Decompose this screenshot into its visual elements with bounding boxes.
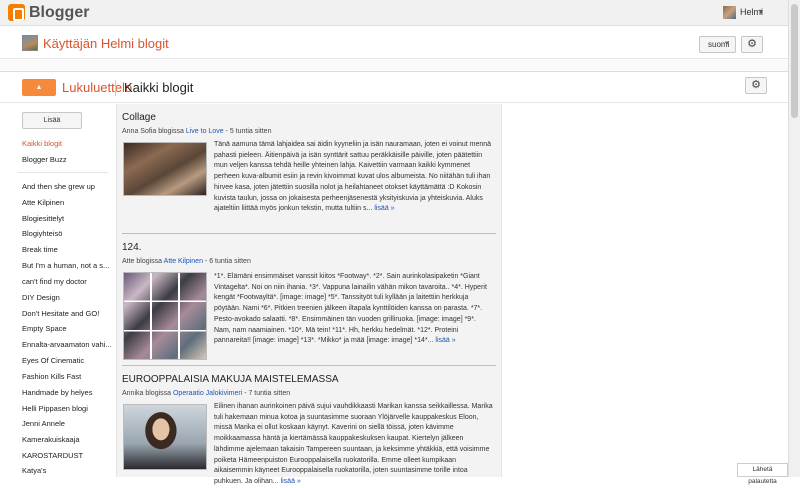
post-meta: Atte blogissa Atte Kilpinen - 6 tuntia s… [122,258,496,265]
sidebar-item[interactable]: Fashion Kills Fast [22,372,81,381]
sidebar-item[interactable]: Kamerakuiskaaja [22,435,80,444]
reading-list-title[interactable]: Lukuluettelo [62,80,132,95]
chevron-down-icon: ▼ [724,41,730,47]
post-author: Annika blogissa [122,390,172,397]
sidebar-item[interactable]: Empty Space [22,324,67,333]
brand-name[interactable]: Blogger [29,4,89,22]
divider [122,233,496,234]
post-time: - 7 tuntia sitten [244,390,291,397]
scrollbar-thumb[interactable] [791,4,798,118]
post-collage: Collage Anna Sofia blogissa Live to Love… [122,112,496,135]
sidebar-item[interactable]: Ennalta-arvaamaton vahi... [22,340,112,349]
gear-icon: ⚙ [747,38,757,50]
reading-list-header: ▲ Lukuluettelo Kaikki blogit ⚙ [0,73,788,103]
post-excerpt: Tänä aamuna tämä lahjaidea sai äidin kyy… [214,140,494,215]
sidebar-item[interactable]: Katya's [22,466,46,475]
post-thumbnail[interactable] [123,142,207,196]
divider [18,172,108,173]
post-title[interactable]: EUROOPPALAISIA MAKUJA MAISTELEMASSA [122,374,496,385]
sidebar-item-blogger-buzz[interactable]: Blogger Buzz [22,155,67,164]
sidebar-item[interactable]: DIY Design [22,293,60,302]
post-blog-link[interactable]: Operaatio Jalokivimeri [173,390,242,397]
post-excerpt: *1*. Elämäni ensimmäiset vanssit kiitos … [214,272,494,347]
sidebar-item[interactable]: Blogiesittelyt [22,214,64,223]
post-title[interactable]: 124. [122,242,496,253]
top-bar: Blogger Helmi ▾ [0,0,788,26]
divider [0,60,788,72]
reading-list-button[interactable]: ▲ [22,79,56,96]
post-excerpt: Eilinen ihanan aurinkoinen päivä sujui v… [214,402,494,488]
chevron-down-icon[interactable]: ▾ [759,7,763,16]
post-excerpt-text: Eilinen ihanan aurinkoinen päivä sujui v… [214,403,493,485]
divider [122,365,496,366]
post-author: Atte blogissa [122,258,163,265]
gear-icon: ⚙ [751,79,761,91]
page-title[interactable]: Käyttäjän Helmi blogit [43,36,169,51]
post-excerpt-text: *1*. Elämäni ensimmäiset vanssit kiitos … [214,273,487,345]
post-author: Anna Sofia blogissa [122,128,184,135]
sidebar: Lisää Kaikki blogit Blogger Buzz And the… [0,104,116,477]
post-blog-link[interactable]: Atte Kilpinen [164,258,203,265]
post-title[interactable]: Collage [122,112,496,123]
sidebar-item[interactable]: Helli Pippasen blogi [22,404,88,413]
sidebar-item[interactable]: Break time [22,245,58,254]
read-more-link[interactable]: lisää » [374,205,394,212]
avatar[interactable] [723,6,736,19]
post-excerpt-text: Tänä aamuna tämä lahjaidea sai äidin kyy… [214,141,492,213]
sidebar-item[interactable]: Jenni Annele [22,419,65,428]
post-time: - 6 tuntia sitten [204,258,251,265]
sidebar-item-all-blogs[interactable]: Kaikki blogit [22,139,62,148]
blog-thumbnail-icon [22,35,38,51]
post-thumbnail[interactable] [123,404,207,470]
post-feed: Collage Anna Sofia blogissa Live to Love… [116,104,502,485]
sidebar-item[interactable]: But I'm a human, not a s... [22,261,109,270]
post-meta: Annika blogissa Operaatio Jalokivimeri -… [122,390,496,397]
post-blog-link[interactable]: Live to Love [186,128,224,135]
sidebar-item[interactable]: can't find my doctor [22,277,87,286]
post-meta: Anna Sofia blogissa Live to Love - 5 tun… [122,128,496,135]
reading-list-settings-button[interactable]: ⚙ [745,77,767,94]
sidebar-item[interactable]: Handmade by helyes [22,388,92,397]
add-button[interactable]: Lisää [22,112,82,129]
language-select[interactable]: suomi ▼ [699,36,736,53]
read-more-link[interactable]: lisää » [435,337,455,344]
sidebar-item[interactable]: Eyes Of Cinematic [22,356,84,365]
divider [115,80,116,96]
sidebar-item[interactable]: Blogiyhteisö [22,229,62,238]
read-more-link[interactable]: lisää » [281,478,301,485]
sidebar-item[interactable]: And then she grew up [22,182,95,191]
scrollbar[interactable] [788,0,800,477]
feedback-button[interactable]: Lähetä palautetta [737,463,788,485]
blogger-logo-icon[interactable] [8,4,25,21]
reading-list-subtitle: Kaikki blogit [124,80,194,95]
post-european-flavors: EUROOPPALAISIA MAKUJA MAISTELEMASSA Anni… [122,374,496,397]
post-time: - 5 tuntia sitten [225,128,272,135]
sidebar-item[interactable]: Don't Hesitate and GO! [22,309,99,318]
post-thumbnail[interactable] [123,272,207,360]
sidebar-item[interactable]: Atte Kilpinen [22,198,64,207]
sidebar-item[interactable]: KAROSTARDUST [22,451,83,460]
settings-button[interactable]: ⚙ [741,36,763,53]
post-124: 124. Atte blogissa Atte Kilpinen - 6 tun… [122,242,496,265]
arrow-up-icon: ▲ [35,84,43,91]
blog-header: Käyttäjän Helmi blogit suomi ▼ ⚙ [0,27,788,59]
